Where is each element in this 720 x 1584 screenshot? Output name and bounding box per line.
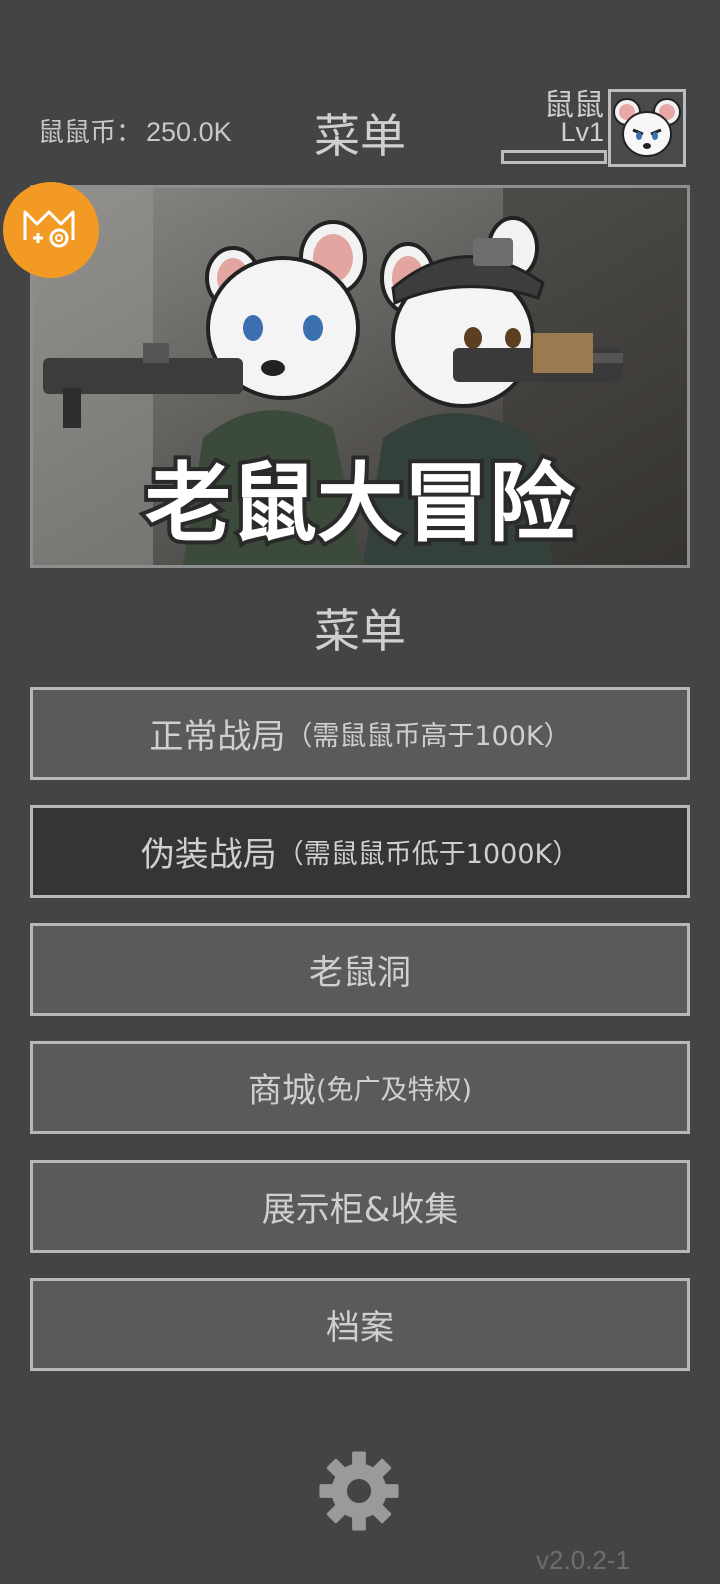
mouse-avatar-icon (611, 92, 683, 164)
normal-battle-button[interactable]: 正常战局 （需鼠鼠币高于100K） (30, 687, 690, 780)
button-note: （需鼠鼠币低于1000K） (276, 839, 580, 870)
gear-icon (319, 1451, 399, 1531)
cat-logo-icon (23, 210, 75, 248)
button-label: 展示柜&收集 (261, 1190, 459, 1230)
banner-title: 老鼠大冒险 (145, 454, 576, 554)
archive-button[interactable]: 档案 (30, 1278, 690, 1371)
player-avatar-button[interactable] (608, 89, 686, 167)
coin-label: 鼠鼠币： (38, 118, 143, 148)
button-label: 老鼠洞 (309, 953, 411, 993)
banner-artwork: 老鼠大冒险 (33, 188, 687, 565)
shop-button[interactable]: 商城 (免广及特权) (30, 1041, 690, 1134)
button-label: 正常战局 (149, 717, 286, 757)
header-title: 菜单 (314, 109, 406, 163)
showcase-collection-button[interactable]: 展示柜&收集 (30, 1160, 690, 1253)
button-label: 档案 (326, 1308, 394, 1348)
button-label: 伪装战局 (140, 835, 277, 875)
game-banner: 老鼠大冒险 (30, 185, 690, 568)
cat-logo-badge[interactable] (3, 182, 99, 278)
button-note: (免广及特权) (315, 1075, 473, 1106)
mouse-hole-button[interactable]: 老鼠洞 (30, 923, 690, 1016)
player-level: Lv1 (560, 117, 604, 147)
version-label: v2.0.2-1 (536, 1545, 630, 1575)
coin-balance: 鼠鼠币： 250.0K (38, 112, 232, 149)
coin-value: 250.0K (146, 117, 232, 147)
menu-title: 菜单 (314, 604, 406, 658)
button-note: （需鼠鼠币高于100K） (285, 721, 571, 752)
disguise-battle-button[interactable]: 伪装战局 （需鼠鼠币低于1000K） (30, 805, 690, 898)
button-label: 商城 (247, 1071, 316, 1111)
settings-button[interactable] (316, 1448, 402, 1534)
xp-bar (501, 150, 607, 164)
